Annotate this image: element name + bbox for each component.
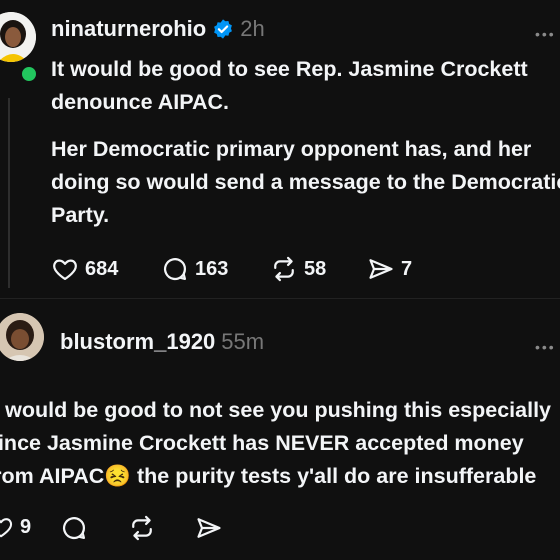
more-icon[interactable]: ••• (535, 339, 556, 355)
post-text: It would be good to not see you pushing … (0, 394, 551, 493)
avatar[interactable] (0, 313, 44, 361)
share-icon (197, 518, 221, 538)
reply-button[interactable]: 163 (161, 255, 228, 283)
post-username[interactable]: blustorm_1920 (60, 329, 215, 355)
heart-icon (0, 518, 13, 538)
post-header: blustorm_1920 55m (60, 329, 264, 355)
action-bar: 9 (0, 514, 248, 544)
more-icon[interactable]: ••• (535, 26, 556, 42)
post-text-line: since Jasmine Crockett has NEVER accepte… (0, 431, 524, 455)
repost-button[interactable]: 58 (270, 255, 326, 283)
reply-button[interactable] (60, 514, 88, 542)
share-icon (369, 259, 393, 279)
post-timestamp: 2h (240, 16, 265, 41)
post-timestamp: 55m (221, 329, 265, 354)
like-button[interactable]: 9 (0, 514, 31, 540)
post-text-line: from AIPAC😣 the purity tests y'all do ar… (0, 464, 537, 488)
share-button[interactable]: 7 (367, 255, 412, 283)
reply-count: 163 (195, 257, 229, 280)
post-text: It would be good to see Rep. Jasmine Cro… (51, 53, 560, 232)
post-header: ninaturnerohio 2h (51, 16, 265, 42)
thread-line (8, 98, 10, 288)
repost-button[interactable] (128, 514, 156, 542)
verified-badge-icon (214, 19, 233, 39)
online-status-indicator (19, 64, 39, 84)
post-text-line: denounce AIPAC. (51, 90, 229, 114)
comment-icon (63, 517, 86, 540)
heart-icon (53, 259, 77, 281)
repost-icon (274, 256, 294, 282)
post-text-line: It would be good to see Rep. Jasmine Cro… (51, 57, 528, 81)
repost-icon (132, 515, 152, 541)
comment-icon (164, 258, 187, 281)
action-bar: 684 163 58 7 (51, 255, 471, 285)
avatar[interactable] (0, 12, 36, 62)
like-button[interactable]: 684 (51, 255, 118, 283)
share-count: 7 (401, 257, 413, 280)
post-text-line: doing so would send a message to the Dem… (51, 170, 560, 194)
post-text-line: It would be good to not see you pushing … (0, 398, 552, 422)
post-divider (0, 298, 560, 299)
post-text-line: Party. (51, 203, 110, 227)
avatar-image (0, 313, 44, 361)
like-count: 684 (85, 257, 119, 280)
share-button[interactable] (195, 514, 223, 542)
like-count: 9 (20, 515, 32, 538)
post-username[interactable]: ninaturnerohio (51, 16, 206, 42)
avatar-image (0, 12, 36, 62)
post-text-line: Her Democratic primary opponent has, and… (51, 137, 532, 161)
repost-count: 58 (304, 257, 327, 280)
